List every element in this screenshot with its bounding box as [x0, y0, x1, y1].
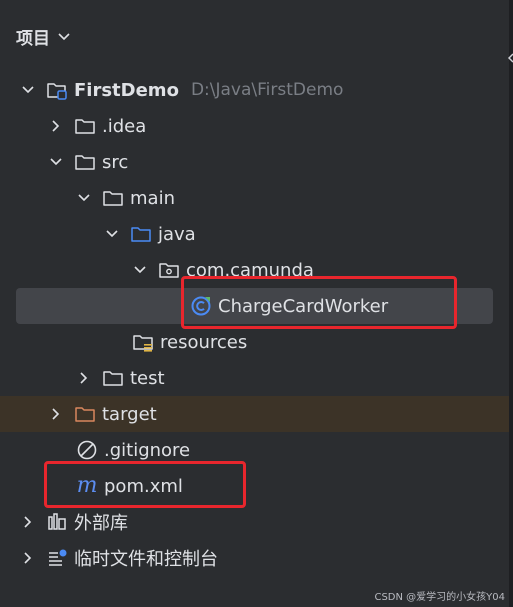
scratches-icon [46, 547, 68, 569]
tree-node-charge-card-worker[interactable]: ChargeCardWorker [0, 288, 509, 324]
folder-label-target: target [102, 403, 157, 425]
chevron-down-icon[interactable] [102, 224, 122, 244]
project-name: FirstDemo [74, 79, 179, 101]
maven-icon: m [76, 473, 98, 498]
folder-label-idea: .idea [102, 115, 147, 137]
folder-label-java: java [158, 223, 196, 245]
java-class-icon [190, 295, 212, 317]
chevron-down-icon[interactable] [74, 188, 94, 208]
folder-label-resources: resources [160, 331, 248, 353]
tree-node-project[interactable]: FirstDemo D:\Java\FirstDemo [0, 72, 509, 108]
chevron-down-icon[interactable] [130, 260, 150, 280]
tree-node-package[interactable]: com.camunda [0, 252, 509, 288]
folder-label-src: src [102, 151, 129, 173]
chevron-right-icon[interactable] [46, 116, 66, 136]
project-view-header[interactable]: 项目 [16, 23, 70, 49]
tree-node-resources[interactable]: resources [0, 324, 509, 360]
folder-icon [102, 367, 124, 389]
tree-node-src[interactable]: src [0, 144, 509, 180]
panel-edge-glyph [507, 52, 513, 64]
folder-icon [74, 151, 96, 173]
folder-label-main: main [130, 187, 175, 209]
ignored-file-icon [76, 439, 98, 461]
resources-folder-icon [132, 331, 154, 353]
chevron-right-icon[interactable] [18, 548, 38, 568]
project-path: D:\Java\FirstDemo [190, 80, 344, 100]
tree-node-idea[interactable]: .idea [0, 108, 509, 144]
chevron-right-icon[interactable] [18, 512, 38, 532]
watermark: CSDN @爱学习的小女孩Y04 [374, 592, 505, 603]
tree-node-external-libraries[interactable]: 外部库 [0, 504, 509, 540]
project-view-title: 项目 [16, 28, 50, 49]
chevron-down-icon[interactable] [58, 30, 70, 44]
tree-node-test[interactable]: test [0, 360, 509, 396]
chevron-right-icon[interactable] [74, 368, 94, 388]
class-label: ChargeCardWorker [218, 295, 389, 317]
folder-label-test: test [130, 367, 165, 389]
tree-node-java[interactable]: java [0, 216, 509, 252]
panel-right-border [509, 0, 513, 607]
file-label-gitignore: .gitignore [104, 439, 191, 461]
excluded-folder-icon [74, 403, 96, 425]
chevron-down-icon[interactable] [46, 152, 66, 172]
package-icon [158, 259, 180, 281]
tree-node-pom[interactable]: m pom.xml [0, 468, 509, 504]
project-tool-window: 项目 FirstDemo D:\Java\FirstDemo .idea src… [0, 0, 513, 607]
node-label-external-libraries: 外部库 [74, 513, 128, 534]
node-label-scratches: 临时文件和控制台 [74, 549, 218, 570]
library-icon [46, 511, 68, 533]
package-label: com.camunda [186, 259, 314, 281]
chevron-down-icon[interactable] [18, 80, 38, 100]
tree-node-main[interactable]: main [0, 180, 509, 216]
chevron-right-icon[interactable] [46, 404, 66, 424]
folder-icon [102, 187, 124, 209]
tree-node-target[interactable]: target [0, 396, 509, 432]
tree-node-gitignore[interactable]: .gitignore [0, 432, 509, 468]
file-label-pom: pom.xml [104, 475, 183, 497]
folder-icon [74, 115, 96, 137]
source-folder-icon [130, 223, 152, 245]
tree-node-scratches[interactable]: 临时文件和控制台 [0, 540, 509, 576]
module-folder-icon [46, 79, 68, 101]
